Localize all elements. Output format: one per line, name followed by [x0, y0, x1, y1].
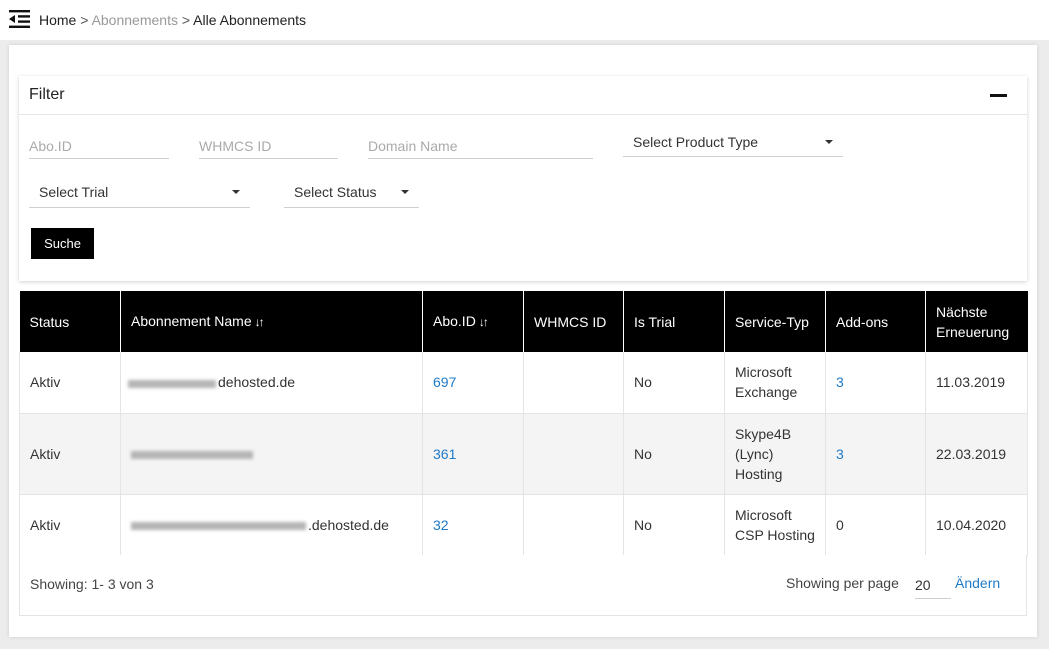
cell-addons: 0 [825, 494, 926, 556]
per-page-label: Showing per page [786, 575, 899, 591]
product-type-label: Select Product Type [633, 134, 759, 150]
trial-select[interactable]: Select Trial [29, 177, 250, 208]
search-button[interactable]: Suche [31, 228, 94, 259]
header-label: Nächste Erneuerung [936, 303, 1010, 340]
header-label: Status [29, 313, 70, 330]
whmcs-id-field[interactable] [199, 134, 338, 159]
per-page-input[interactable] [915, 571, 951, 598]
name-suffix: dehosted.de [218, 374, 296, 391]
column-header-is-trial: Is Trial [623, 291, 725, 352]
abo-id-link[interactable]: 32 [433, 517, 449, 533]
cell-whmcs-id [523, 494, 624, 556]
breadcrumb-subscriptions[interactable]: Abonnements [92, 12, 178, 28]
cell-service-type: Microsoft Exchange [724, 352, 826, 414]
abo-id-field[interactable] [29, 134, 169, 159]
table-row: Aktiv dehosted.de 697 No Microsoft Excha… [19, 352, 1028, 414]
cell-next-renewal: 22.03.2019 [925, 413, 1028, 495]
cell-next-renewal: 10.04.2020 [925, 494, 1028, 556]
cell-status: Aktiv [19, 352, 121, 414]
status-label: Select Status [294, 184, 377, 200]
filter-header: Filter [19, 76, 1027, 115]
showing-count: Showing: 1- 3 von 3 [30, 576, 154, 592]
table-header-row: Status Abonnement Name ↓↑ Abo.ID ↓↑ WHMCS … [19, 291, 1028, 352]
header-label: Abo.ID [433, 313, 476, 329]
domain-name-field[interactable] [368, 134, 593, 159]
breadcrumb-separator: > [181, 12, 191, 28]
name-suffix: .dehosted.de [308, 516, 389, 533]
table-row: Aktiv 361 No Skype4B (Lync) Hosting 3 22… [19, 413, 1028, 495]
per-page-field[interactable] [915, 571, 951, 599]
redacted-text [131, 521, 306, 530]
addons-link[interactable]: 3 [836, 446, 844, 462]
sort-arrows-icon[interactable]: ↓↑ [255, 312, 265, 332]
filter-panel: Filter Select Product Type Select Trial … [19, 76, 1027, 281]
cell-status: Aktiv [19, 494, 121, 556]
filter-title: Filter [29, 86, 65, 103]
caret-down-icon [232, 190, 240, 194]
column-header-addons: Add-ons [825, 291, 926, 352]
table-footer: Showing: 1- 3 von 3 Showing per page Änd… [19, 555, 1027, 616]
cell-name [120, 413, 423, 495]
abo-id-link[interactable]: 697 [433, 374, 456, 390]
column-header-abo-id[interactable]: Abo.ID ↓↑ [422, 291, 524, 352]
abo-id-link[interactable]: 361 [433, 446, 456, 462]
redacted-text [128, 379, 216, 388]
cell-addons: 3 [825, 413, 926, 495]
column-header-status: Status [19, 291, 121, 352]
column-header-whmcs-id: WHMCS ID [523, 291, 624, 352]
cell-name: dehosted.de [120, 352, 423, 414]
header-label: Abonnement Name [131, 313, 252, 329]
header-label: Add-ons [836, 313, 889, 330]
change-link[interactable]: Ändern [955, 575, 1000, 591]
table-row: Aktiv .dehosted.de 32 No Microsoft CSP H… [19, 494, 1028, 556]
cell-status: Aktiv [19, 413, 121, 495]
cell-is-trial: No [623, 494, 725, 556]
redacted-text [131, 450, 253, 459]
status-select[interactable]: Select Status [284, 177, 419, 208]
breadcrumb: Home > Abonnements > Alle Abonnements [39, 12, 306, 28]
cell-addons: 3 [825, 352, 926, 414]
breadcrumb-home[interactable]: Home [39, 12, 76, 28]
cell-whmcs-id [523, 413, 624, 495]
header-label: Is Trial [634, 313, 676, 330]
addons-link[interactable]: 3 [836, 374, 844, 390]
abo-id-input[interactable] [29, 134, 169, 158]
header-label: WHMCS ID [534, 313, 607, 330]
menu-collapse-icon[interactable] [9, 10, 30, 28]
cell-is-trial: No [623, 352, 725, 414]
header-label: Service-Typ [735, 313, 809, 330]
minus-icon[interactable] [990, 94, 1007, 97]
product-type-select[interactable]: Select Product Type [623, 128, 843, 157]
subscriptions-table-wrap: Status Abonnement Name ↓↑ Abo.ID ↓↑ WHMCS … [19, 291, 1028, 556]
top-bar: Home > Abonnements > Alle Abonnements [0, 0, 1049, 40]
cell-service-type: Microsoft CSP Hosting [724, 494, 826, 556]
caret-down-icon [401, 190, 409, 194]
column-header-service-type: Service-Typ [724, 291, 826, 352]
subscriptions-table: Status Abonnement Name ↓↑ Abo.ID ↓↑ WHMCS … [19, 291, 1028, 556]
whmcs-id-input[interactable] [199, 134, 338, 158]
column-header-name[interactable]: Abonnement Name ↓↑ [120, 291, 423, 352]
breadcrumb-current: Alle Abonnements [193, 12, 307, 28]
cell-is-trial: No [623, 413, 725, 495]
cell-abo-id: 361 [422, 413, 524, 495]
caret-down-icon [825, 140, 833, 144]
cell-abo-id: 697 [422, 352, 524, 414]
column-header-next-renewal: Nächste Erneuerung [925, 291, 1028, 352]
domain-name-input[interactable] [368, 134, 593, 158]
cell-service-type: Skype4B (Lync) Hosting [724, 413, 826, 495]
cell-whmcs-id [523, 352, 624, 414]
trial-label: Select Trial [39, 184, 109, 200]
breadcrumb-separator: > [80, 12, 89, 28]
cell-abo-id: 32 [422, 494, 524, 556]
cell-next-renewal: 11.03.2019 [925, 352, 1028, 414]
sort-arrows-icon[interactable]: ↓↑ [479, 312, 489, 332]
cell-name: .dehosted.de [120, 494, 423, 556]
